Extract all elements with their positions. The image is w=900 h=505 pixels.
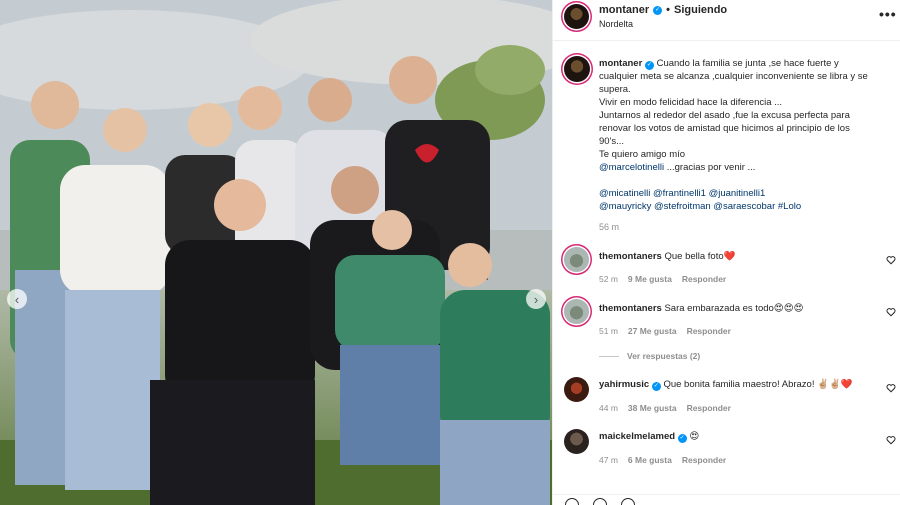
previous-photo-button[interactable]: ‹ xyxy=(7,289,27,309)
caption-author-avatar[interactable] xyxy=(564,56,590,82)
comment-meta: 47 m 6 Me gusta Responder xyxy=(599,455,726,465)
post-caption: montaner ✓ Cuando la familia se junta ,s… xyxy=(599,57,891,213)
comment-text: yahirmusic ✓ Que bonita familia maestro!… xyxy=(599,378,853,391)
caption-line: cualquier meta se alcanza ,cualquier inc… xyxy=(599,71,868,82)
like-post-icon[interactable] xyxy=(565,498,579,505)
author-username[interactable]: montaner xyxy=(599,4,649,16)
comment-time[interactable]: 51 m xyxy=(599,326,618,336)
caption-line: 90's... xyxy=(599,136,625,147)
commenter-username[interactable]: maickelmelamed xyxy=(599,431,675,442)
caption-line: Cuando la familia se junta ,se hace fuer… xyxy=(656,58,839,69)
reply-button[interactable]: Responder xyxy=(682,455,726,465)
verified-badge-icon: ✓ xyxy=(677,433,687,443)
like-comment-heart-icon[interactable] xyxy=(886,435,896,445)
comment-meta: 52 m 9 Me gusta Responder xyxy=(599,274,726,284)
commenter-username[interactable]: yahirmusic xyxy=(599,379,649,390)
following-button[interactable]: Siguiendo xyxy=(674,4,727,16)
author-line: montaner ✓ • Siguiendo xyxy=(599,4,727,16)
comment-body: 😍 xyxy=(689,431,700,442)
mention-link[interactable]: @marcelotinelli xyxy=(599,162,664,173)
family-photo-illustration xyxy=(0,0,552,505)
author-avatar[interactable] xyxy=(564,4,589,29)
comment-likes[interactable]: 6 Me gusta xyxy=(628,455,672,465)
commenter-avatar[interactable] xyxy=(564,377,589,402)
more-options-icon[interactable]: ••• xyxy=(879,6,897,22)
comment-meta: 51 m 27 Me gusta Responder xyxy=(599,326,731,336)
caption-timestamp[interactable]: 56 m xyxy=(599,222,619,232)
comment-time[interactable]: 52 m xyxy=(599,274,618,284)
commenter-username[interactable]: themontaners xyxy=(599,303,662,314)
commenter-avatar[interactable] xyxy=(564,429,589,454)
reply-button[interactable]: Responder xyxy=(687,326,731,336)
post-location[interactable]: Nordelta xyxy=(599,19,633,29)
commenter-avatar[interactable] xyxy=(564,247,589,272)
post-photo[interactable]: ‹ › xyxy=(0,0,552,505)
comment-body: Sara embarazada es todo😍😍😍 xyxy=(664,303,804,314)
commenter-username[interactable]: themontaners xyxy=(599,251,662,262)
comment-text: maickelmelamed ✓ 😍 xyxy=(599,430,699,443)
post-side-panel: montaner ✓ • Siguiendo Nordelta ••• mont… xyxy=(552,0,900,505)
caption-username[interactable]: montaner xyxy=(599,58,642,69)
post-action-bar xyxy=(553,494,900,505)
mentions-line[interactable]: @micatinelli @frantinelli1 @juanitinelli… xyxy=(599,187,891,200)
chevron-right-icon: › xyxy=(533,291,539,307)
verified-badge-icon: ✓ xyxy=(644,60,654,70)
header-divider xyxy=(553,40,900,41)
comment-likes[interactable]: 27 Me gusta xyxy=(628,326,677,336)
reply-button[interactable]: Responder xyxy=(682,274,726,284)
comment-time[interactable]: 47 m xyxy=(599,455,618,465)
separator-dot: • xyxy=(666,4,670,16)
like-comment-heart-icon[interactable] xyxy=(886,307,896,317)
chevron-left-icon: ‹ xyxy=(14,291,20,307)
comment-body: Que bella foto❤️ xyxy=(664,251,736,262)
comment-text: themontaners Que bella foto❤️ xyxy=(599,250,735,263)
caption-line: Juntarnos al rededor del asado ,fue la e… xyxy=(599,110,850,121)
share-icon[interactable] xyxy=(621,498,635,505)
comment-body: Que bonita familia maestro! Abrazo! ✌🏼✌🏼… xyxy=(663,379,853,390)
like-comment-heart-icon[interactable] xyxy=(886,383,896,393)
caption-line: Vivir en modo felicidad hace la diferenc… xyxy=(599,97,783,108)
caption-line: supera. xyxy=(599,84,631,95)
view-replies-button[interactable]: Ver respuestas (2) xyxy=(599,351,700,361)
reply-button[interactable]: Responder xyxy=(687,403,731,413)
verified-badge-icon: ✓ xyxy=(651,381,661,391)
like-comment-heart-icon[interactable] xyxy=(886,255,896,265)
replies-line xyxy=(599,355,619,357)
comment-likes[interactable]: 9 Me gusta xyxy=(628,274,672,284)
comment-meta: 44 m 38 Me gusta Responder xyxy=(599,403,731,413)
verified-badge-icon: ✓ xyxy=(653,5,663,15)
caption-line: renovar los votos de amistad que hicimos… xyxy=(599,123,850,134)
post-header: montaner ✓ • Siguiendo Nordelta ••• xyxy=(553,0,900,40)
next-photo-button[interactable]: › xyxy=(526,289,546,309)
comment-likes[interactable]: 38 Me gusta xyxy=(628,403,677,413)
view-replies-label: Ver respuestas (2) xyxy=(627,351,701,361)
comment-time[interactable]: 44 m xyxy=(599,403,618,413)
comment-text: themontaners Sara embarazada es todo😍😍😍 xyxy=(599,302,804,315)
caption-line: ...gracias por venir ... xyxy=(666,162,756,173)
commenter-avatar[interactable] xyxy=(564,299,589,324)
caption-line: Te quiero amigo mío xyxy=(599,149,686,160)
comment-icon[interactable] xyxy=(593,498,607,505)
mentions-line[interactable]: @mauyricky @stefroitman @saraescobar #Lo… xyxy=(599,200,891,213)
